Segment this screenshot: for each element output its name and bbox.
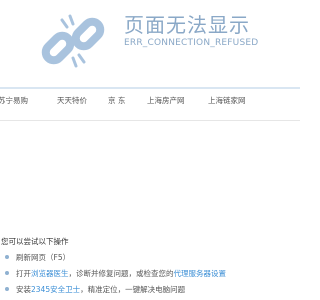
broken-link-icon [41,14,105,68]
header-divider [0,87,300,89]
suggestion-text: ，诊断并修复问题，或检查您的 [68,269,174,278]
suggestions-heading: 您可以尝试以下操作 [1,237,69,246]
links-divider [0,120,300,121]
quick-links-bar: 苏宁易购 天天特价 京 东 上海房产网 上海链家网 [0,93,300,109]
suggestion-text: 安装 [16,285,31,294]
suggestion-text: 刷新网页（F5） [16,253,71,262]
suggestion-text: 打开 [16,269,31,278]
quick-link-lianjia[interactable]: 上海链家网 [208,95,246,106]
bullet-icon [5,271,9,275]
error-code: ERR_CONNECTION_REFUSED [124,38,259,48]
error-header: 页面无法显示 ERR_CONNECTION_REFUSED [0,0,300,80]
quick-link-shanghai-house[interactable]: 上海房产网 [147,95,185,106]
bullet-icon [5,287,9,291]
browser-doctor-link[interactable]: 浏览器医生 [31,269,69,278]
error-title: 页面无法显示 [124,13,250,37]
bullet-icon [5,255,9,259]
security-guard-link[interactable]: 2345安全卫士 [31,285,80,294]
quick-link-tiantian[interactable]: 天天特价 [57,95,87,106]
quick-link-suning[interactable]: 苏宁易购 [0,95,28,106]
proxy-settings-link[interactable]: 代理服务器设置 [174,269,227,278]
quick-link-jd[interactable]: 京 东 [108,95,125,106]
suggestion-text: ，精准定位，一键解决电脑问题 [80,285,186,294]
